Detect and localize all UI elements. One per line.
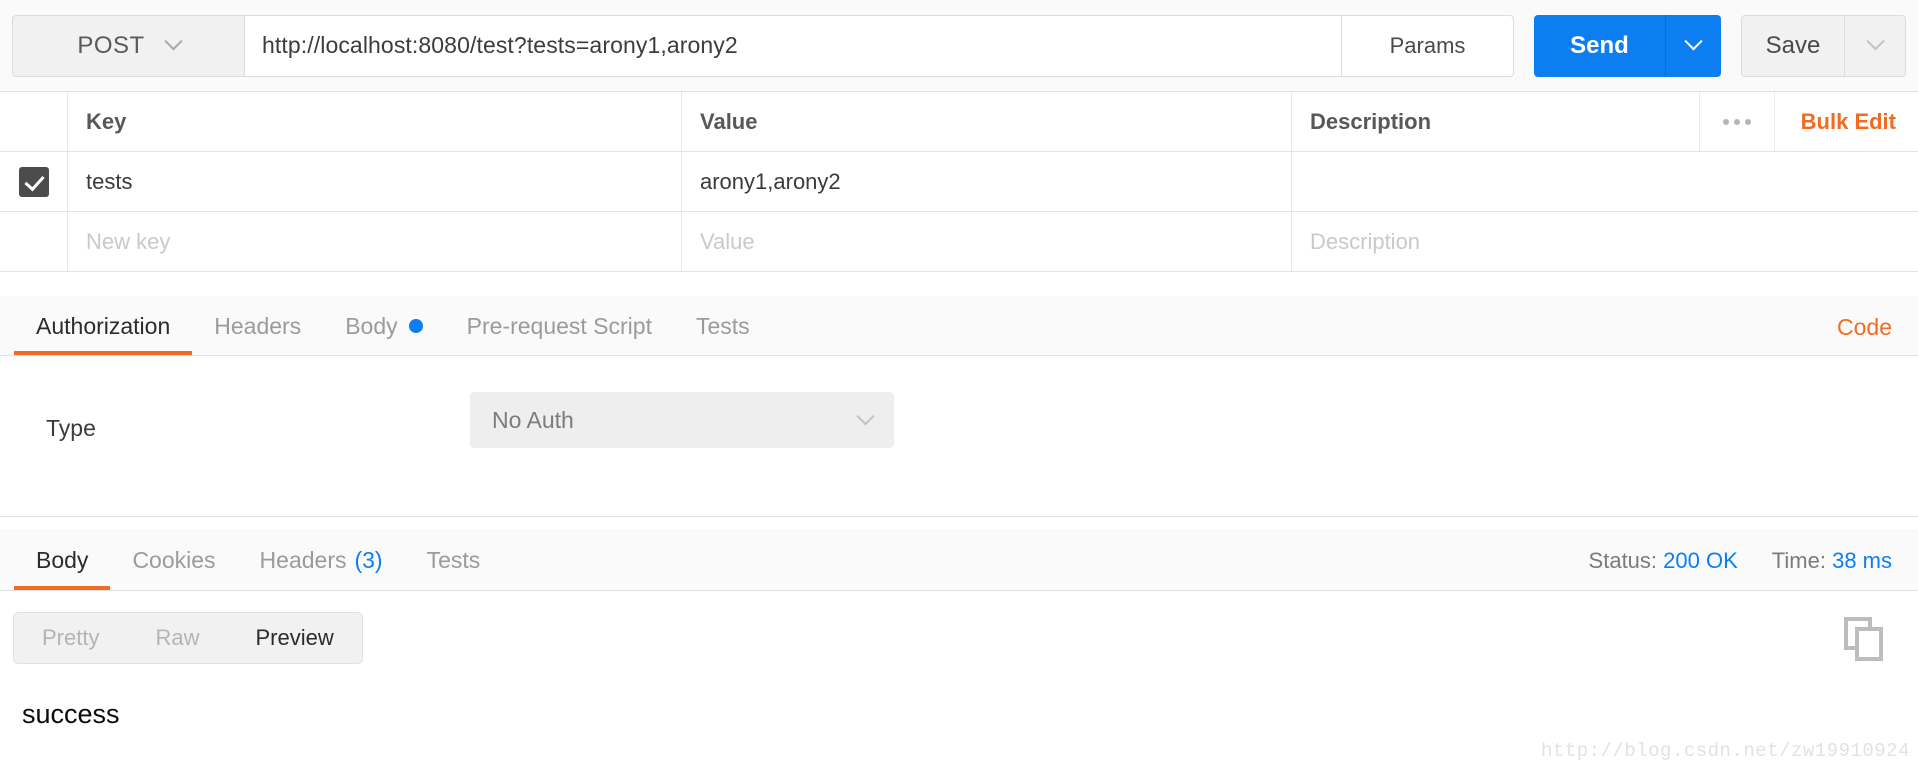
new-value-placeholder: Value: [700, 228, 755, 254]
row-description-cell[interactable]: [1292, 152, 1918, 211]
response-body-panel: Pretty Raw Preview success http://blog.c…: [0, 591, 1918, 770]
table-new-row: New key Value Description: [0, 212, 1918, 272]
time-label: Time:: [1771, 548, 1826, 573]
auth-type-select[interactable]: No Auth: [470, 392, 894, 448]
response-tab-headers[interactable]: Headers (3): [238, 530, 405, 590]
request-url-bar: POST http://localhost:8080/test?tests=ar…: [0, 0, 1918, 92]
time-indicator: Time: 38 ms: [1772, 548, 1892, 574]
auth-type-label: Type: [46, 415, 96, 441]
send-button-group: Send: [1534, 14, 1721, 77]
request-tab-bar: Authorization Headers Body Pre-request S…: [0, 296, 1918, 356]
row-value-value: arony1,arony2: [700, 168, 841, 194]
copy-icon[interactable]: [1844, 617, 1888, 663]
url-input[interactable]: http://localhost:8080/test?tests=arony1,…: [244, 14, 1342, 77]
new-description-input[interactable]: Description: [1292, 212, 1918, 271]
response-headers-count: (3): [354, 546, 383, 573]
response-tab-body-label: Body: [36, 546, 89, 573]
chevron-down-icon: [856, 406, 875, 425]
table-row: tests arony1,arony2: [0, 152, 1918, 212]
postman-request-window: POST http://localhost:8080/test?tests=ar…: [0, 0, 1918, 770]
header-description-cell: Description Bulk Edit: [1292, 92, 1918, 151]
format-raw-button[interactable]: Raw: [127, 613, 227, 663]
row-key-value: tests: [86, 168, 133, 194]
status-label: Status:: [1588, 548, 1658, 573]
table-tools: Bulk Edit: [1698, 92, 1918, 151]
tab-pre-request-script[interactable]: Pre-request Script: [445, 297, 674, 355]
status-value: 200 OK: [1663, 548, 1738, 573]
header-value-cell: Value: [682, 92, 1292, 151]
chevron-down-icon: [1865, 32, 1885, 51]
response-body-content: success: [22, 699, 120, 729]
format-preview-button[interactable]: Preview: [227, 613, 361, 663]
response-tab-cookies-label: Cookies: [132, 546, 216, 573]
chevron-down-icon: [1684, 32, 1703, 51]
watermark: http://blog.csdn.net/zw19910924: [1541, 740, 1910, 762]
save-button-group: Save: [1741, 14, 1906, 77]
response-tab-headers-label: Headers: [259, 546, 347, 573]
tab-body-label: Body: [345, 312, 398, 339]
new-value-input[interactable]: Value: [682, 212, 1292, 271]
header-key-cell: Key: [68, 92, 682, 151]
column-header-value: Value: [700, 108, 758, 134]
status-indicator: Status: 200 OK: [1589, 548, 1738, 574]
row-key-cell[interactable]: tests: [68, 152, 682, 211]
column-header-description: Description: [1310, 108, 1432, 134]
format-pretty-button[interactable]: Pretty: [14, 613, 127, 663]
response-meta: Status: 200 OK Time: 38 ms: [1589, 548, 1918, 590]
authorization-panel: Type No Auth: [0, 357, 1918, 517]
new-description-placeholder: Description: [1310, 228, 1421, 254]
row-enable-cell: [0, 152, 68, 211]
bulk-edit-link[interactable]: Bulk Edit: [1775, 109, 1918, 135]
tab-headers[interactable]: Headers: [192, 297, 323, 355]
url-input-value: http://localhost:8080/test?tests=arony1,…: [262, 32, 738, 58]
time-value: 38 ms: [1832, 548, 1892, 573]
http-method-label: POST: [77, 31, 145, 59]
tab-headers-label: Headers: [214, 312, 302, 339]
row-enabled-checkbox[interactable]: [18, 166, 49, 197]
tab-tests-label: Tests: [695, 312, 750, 339]
column-header-key: Key: [86, 108, 127, 134]
response-tab-tests-label: Tests: [426, 546, 481, 573]
response-tab-bar: Body Cookies Headers (3) Tests Status: 2…: [0, 529, 1918, 591]
new-key-input[interactable]: New key: [68, 212, 682, 271]
code-link[interactable]: Code: [1837, 314, 1918, 355]
save-options-button[interactable]: [1844, 14, 1906, 77]
response-tab-body[interactable]: Body: [14, 530, 111, 590]
send-options-button[interactable]: [1665, 14, 1721, 77]
http-method-selector[interactable]: POST: [12, 14, 244, 77]
row-value-cell[interactable]: arony1,arony2: [682, 152, 1292, 211]
send-button[interactable]: Send: [1534, 14, 1665, 77]
new-key-placeholder: New key: [86, 228, 171, 254]
tab-tests[interactable]: Tests: [674, 297, 772, 355]
body-modified-dot-icon: [408, 319, 423, 333]
response-tab-cookies[interactable]: Cookies: [110, 530, 237, 590]
response-tab-tests[interactable]: Tests: [405, 530, 503, 590]
query-params-table: Key Value Description Bulk Edit tests ar…: [0, 92, 1918, 272]
auth-type-selected-value: No Auth: [492, 406, 574, 433]
response-format-toggle: Pretty Raw Preview: [13, 612, 363, 664]
header-checkbox-cell: [0, 92, 68, 151]
save-button[interactable]: Save: [1741, 14, 1844, 77]
tab-authorization-label: Authorization: [36, 312, 171, 339]
params-button[interactable]: Params: [1342, 14, 1514, 77]
tab-pre-request-script-label: Pre-request Script: [466, 312, 652, 339]
table-header-row: Key Value Description Bulk Edit: [0, 92, 1918, 152]
tab-body[interactable]: Body: [323, 297, 444, 355]
new-row-checkbox-cell: [0, 212, 68, 271]
tab-authorization[interactable]: Authorization: [14, 297, 193, 355]
ellipsis-icon[interactable]: [1698, 92, 1775, 151]
chevron-down-icon: [163, 32, 183, 51]
